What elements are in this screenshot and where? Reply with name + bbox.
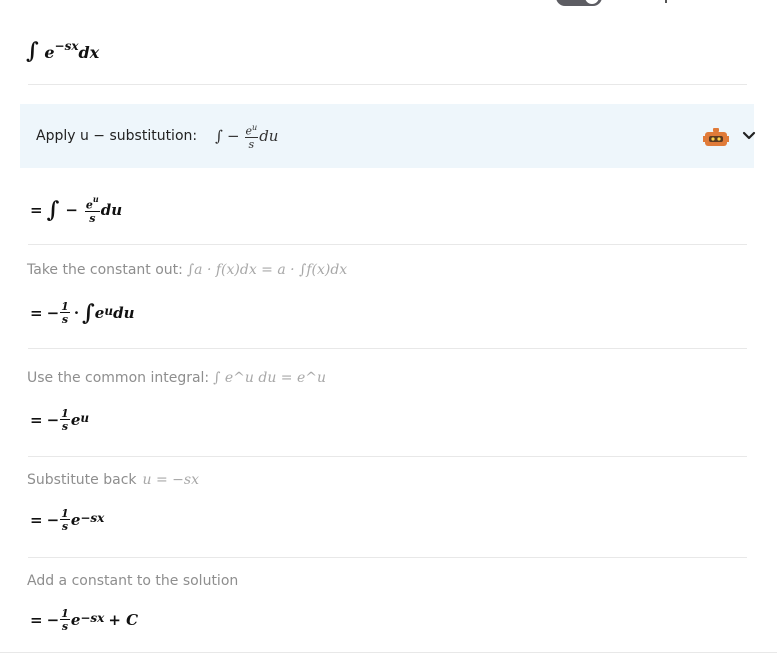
minus-sign: −: [46, 511, 60, 529]
result-exponent: −sx: [80, 611, 105, 625]
toggle-switch[interactable]: [556, 0, 602, 6]
step-title: Substitute back: [27, 472, 137, 488]
rule-integral: ∫: [215, 127, 223, 145]
result-numerator: 1: [60, 607, 70, 620]
step-caption: Substitute back u = −sx: [27, 472, 199, 488]
step-title: Take the constant out:: [27, 262, 183, 278]
problem-exponent: −sx: [54, 38, 79, 53]
result-numerator: 1: [60, 300, 70, 313]
minus-sign: −: [65, 200, 78, 219]
step-result: = − 1 s eu: [30, 408, 89, 432]
integral-sign: ∫: [46, 196, 60, 223]
step-result: = − 1 s e −sx: [30, 508, 104, 532]
equals-sign: =: [30, 611, 43, 629]
robot-icon[interactable]: [703, 128, 729, 146]
rule-numerator: eu: [244, 123, 259, 138]
rule-du: du: [259, 127, 279, 145]
problem-dx: dx: [78, 43, 100, 62]
step-caption: Add a constant to the solution: [27, 573, 238, 589]
step-caption: Use the common integral: ∫ e^u du = e^u: [27, 370, 326, 386]
divider: [28, 557, 747, 558]
problem-expression: ∫ e−sxdx: [26, 38, 99, 64]
divider: [28, 84, 747, 85]
result-numerator: eu: [84, 194, 100, 212]
equals-sign: =: [30, 200, 43, 219]
result-exponent: u: [104, 304, 114, 318]
result-fraction: 1 s: [60, 301, 70, 325]
step-rule: ∫ − eu s du: [215, 122, 278, 150]
result-fraction: 1 s: [60, 408, 70, 432]
result-numerator: 1: [60, 507, 70, 520]
top-bar: [0, 0, 777, 8]
rule-denominator: s: [248, 137, 255, 151]
result-denominator: s: [61, 313, 69, 326]
equals-sign: =: [30, 304, 43, 322]
result-base: e: [70, 611, 81, 629]
divider: [28, 348, 747, 349]
equals-sign: =: [30, 411, 43, 429]
step-title: Use the common integral:: [27, 370, 210, 386]
result-base: e: [94, 304, 105, 322]
result-fraction: 1 s: [60, 608, 70, 632]
plus-constant: + C: [108, 611, 139, 629]
step-rule: ∫a · f(x)dx = a · ∫f(x)dx: [186, 262, 348, 278]
result-denominator: s: [61, 620, 69, 633]
step-result: = ∫ − eu s du: [30, 194, 123, 225]
result-exponent: −sx: [80, 511, 105, 525]
equals-sign: =: [30, 511, 43, 529]
header-divider: [665, 0, 667, 3]
result-denominator: s: [89, 211, 96, 225]
minus-sign: −: [46, 611, 60, 629]
final-result: = − 1 s e −sx + C: [30, 608, 138, 632]
divider: [28, 244, 747, 245]
problem-base: e: [44, 43, 55, 62]
minus-sign: −: [46, 304, 60, 322]
result-du: du: [100, 200, 123, 219]
minus-sign: −: [46, 411, 60, 429]
rule-minus: −: [226, 127, 240, 145]
divider: [28, 456, 747, 457]
dot-operator: ·: [73, 304, 80, 322]
step-title: Add a constant to the solution: [27, 573, 239, 589]
result-numerator: 1: [60, 407, 70, 420]
result-denominator: s: [61, 420, 69, 433]
integral-sign: ∫: [82, 300, 95, 326]
result-base: e: [70, 411, 81, 429]
result-base: e: [70, 511, 81, 529]
step-header-substitution[interactable]: Apply u − substitution: ∫ − eu s du: [20, 104, 756, 168]
result-fraction: 1 s: [60, 508, 70, 532]
rule-fraction: eu s: [244, 122, 259, 151]
step-rule: u = −sx: [142, 472, 199, 488]
step-result: = − 1 s · ∫ e u du: [30, 300, 134, 326]
step-caption: Take the constant out: ∫a · f(x)dx = a ·…: [27, 262, 347, 278]
chevron-down-icon[interactable]: [742, 130, 756, 142]
result-denominator: s: [61, 520, 69, 533]
step-rule: ∫ e^u du = e^u: [213, 370, 327, 386]
result-exponent: u: [80, 411, 90, 425]
step-title: Apply u − substitution:: [36, 128, 198, 144]
result-fraction: eu s: [84, 194, 100, 225]
divider: [0, 652, 777, 653]
integral-sign: ∫: [26, 38, 39, 64]
result-du: du: [113, 304, 135, 322]
